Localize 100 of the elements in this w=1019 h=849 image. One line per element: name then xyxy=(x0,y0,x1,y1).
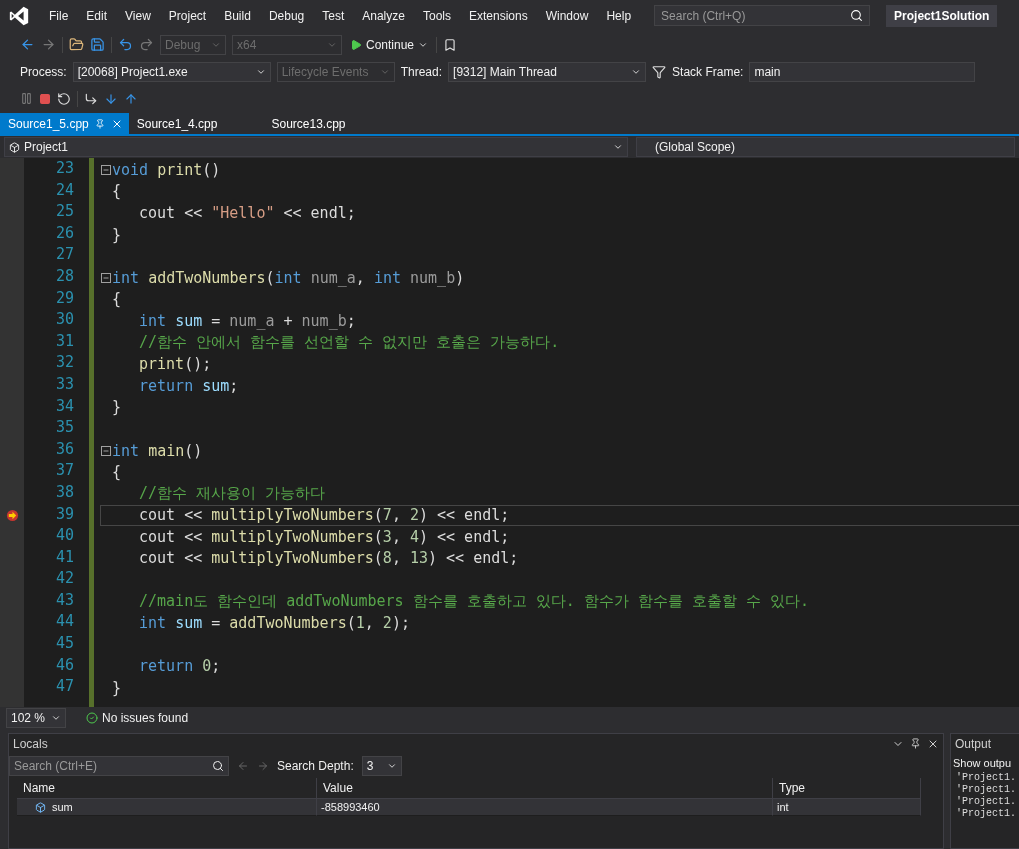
menu-item[interactable]: Window xyxy=(536,8,598,23)
restart-icon[interactable] xyxy=(57,91,71,106)
code-line: int sum = num_a + num_b; xyxy=(139,311,356,330)
forward-icon[interactable] xyxy=(41,37,56,52)
search-icon xyxy=(212,760,224,772)
menu-item[interactable]: Tools xyxy=(413,8,460,23)
stack-frame-dropdown[interactable]: main xyxy=(749,61,976,82)
line-number: 38 xyxy=(54,482,74,503)
undo-icon[interactable] xyxy=(118,37,133,52)
code-line: return 0; xyxy=(139,657,221,676)
code-line: int main() xyxy=(112,441,203,460)
caret-icon xyxy=(386,761,397,771)
open-folder-icon[interactable] xyxy=(69,37,84,52)
caret-icon xyxy=(51,713,61,723)
code-line: } xyxy=(112,225,122,244)
code-line: //main도 함수인데 addTwoNumbers 함수를 호출하고 있다. 함수가 함수를 호출할 수 있다. xyxy=(139,592,809,612)
menu-item[interactable]: File xyxy=(40,8,78,23)
close-icon[interactable] xyxy=(927,738,939,750)
app-logo-icon xyxy=(8,4,30,27)
process-dropdown[interactable]: [20068] Project1.exe xyxy=(72,61,271,82)
process-label: Process: xyxy=(20,64,67,79)
output-line: 'Project1. xyxy=(955,796,1017,808)
save-icon[interactable] xyxy=(90,37,105,52)
search-depth-dropdown[interactable]: 3 xyxy=(361,756,402,776)
line-number: 34 xyxy=(54,396,74,417)
scope-dropdown[interactable]: (Global Scope) xyxy=(636,137,1015,157)
bookmark-icon[interactable] xyxy=(443,37,458,52)
project-dropdown[interactable]: Project1 xyxy=(4,137,628,157)
stack-frame-label: Stack Frame: xyxy=(672,64,744,79)
search-field[interactable]: Search (Ctrl+Q) xyxy=(654,5,871,26)
check-icon xyxy=(86,712,98,724)
filter-icon[interactable] xyxy=(652,64,667,79)
back-icon[interactable] xyxy=(20,37,35,52)
code-line: } xyxy=(112,398,122,417)
file-tab[interactable]: Source1_4.cpp xyxy=(128,113,224,134)
column-header[interactable]: Type xyxy=(773,778,921,799)
column-header[interactable]: Value xyxy=(317,778,773,799)
file-tab[interactable]: Source13.cpp xyxy=(263,113,352,134)
table-cell: int xyxy=(773,799,921,816)
line-number: 45 xyxy=(54,634,74,655)
line-number: 47 xyxy=(54,677,74,698)
line-number: 30 xyxy=(54,310,74,331)
code-line: } xyxy=(112,679,122,698)
code-line: cout << "Hello" << endl; xyxy=(139,204,356,222)
output-line: 'Project1. xyxy=(955,772,1017,784)
line-number: 44 xyxy=(54,612,74,633)
menu-item[interactable]: Analyze xyxy=(353,8,414,23)
stop-icon[interactable] xyxy=(39,92,51,105)
menu-item[interactable]: Test xyxy=(313,8,354,23)
step-out-icon[interactable] xyxy=(124,91,138,106)
thread-label: Thread: xyxy=(400,64,443,79)
line-number: 33 xyxy=(54,374,74,395)
collapse-icon[interactable] xyxy=(101,272,111,283)
line-number: 26 xyxy=(54,223,74,244)
line-number: 31 xyxy=(54,331,74,352)
code-line: int sum = addTwoNumbers(1, 2); xyxy=(139,614,410,633)
collapse-icon[interactable] xyxy=(101,445,111,456)
menu-item[interactable]: View xyxy=(116,8,160,23)
code-line: //함수 안에서 함수를 선언할 수 없지만 호출은 가능하다. xyxy=(139,333,560,353)
line-number: 23 xyxy=(54,159,74,179)
zoom-dropdown[interactable]: 102 % xyxy=(6,708,66,728)
line-number: 24 xyxy=(54,180,74,201)
redo-icon[interactable] xyxy=(139,37,154,52)
line-number: 25 xyxy=(54,202,74,223)
menu-item[interactable]: Project xyxy=(159,8,216,23)
line-number: 28 xyxy=(54,266,74,287)
search-icon xyxy=(850,9,864,22)
step-into-icon[interactable] xyxy=(104,91,118,106)
line-number: 29 xyxy=(54,288,74,309)
line-number: 37 xyxy=(54,461,74,482)
table-cell: -858993460 xyxy=(317,799,773,816)
menu-item[interactable]: Help xyxy=(597,8,641,23)
pause-icon[interactable] xyxy=(20,92,33,105)
line-number: 43 xyxy=(54,590,74,611)
show-output-label: Show outpu xyxy=(952,756,1013,771)
line-number: 36 xyxy=(54,439,74,460)
file-tab[interactable]: Source1_5.cpp xyxy=(0,113,129,134)
menu-item[interactable]: Extensions xyxy=(460,8,537,23)
locals-search-field[interactable]: Search (Ctrl+E) xyxy=(9,756,229,776)
continue-button[interactable]: Continue xyxy=(348,37,431,52)
line-number: 46 xyxy=(54,655,74,676)
pin-icon[interactable] xyxy=(910,738,921,749)
issues-status: No issues found xyxy=(102,711,189,725)
menu-item[interactable]: Edit xyxy=(77,8,117,23)
menu-item[interactable]: Build xyxy=(215,8,260,23)
code-line: int addTwoNumbers(int num_a, int num_b) xyxy=(112,268,465,287)
code-line: { xyxy=(112,463,122,482)
column-header[interactable]: Name xyxy=(17,778,317,799)
collapse-icon[interactable] xyxy=(101,164,111,175)
code-line: return sum; xyxy=(139,376,239,395)
line-number: 40 xyxy=(54,526,74,547)
line-number: 35 xyxy=(54,418,74,439)
code-line: //함수 재사용이 가능하다 xyxy=(139,484,326,504)
panel-title: Output xyxy=(955,737,992,751)
step-arrow-icon[interactable] xyxy=(84,91,98,106)
thread-dropdown[interactable]: [9312] Main Thread xyxy=(448,61,647,82)
caret-icon xyxy=(613,142,623,152)
table-cell: sum xyxy=(17,799,317,816)
menu-item[interactable]: Debug xyxy=(259,8,314,23)
code-line: cout << multiplyTwoNumbers(7, 2) << endl; xyxy=(139,506,510,525)
